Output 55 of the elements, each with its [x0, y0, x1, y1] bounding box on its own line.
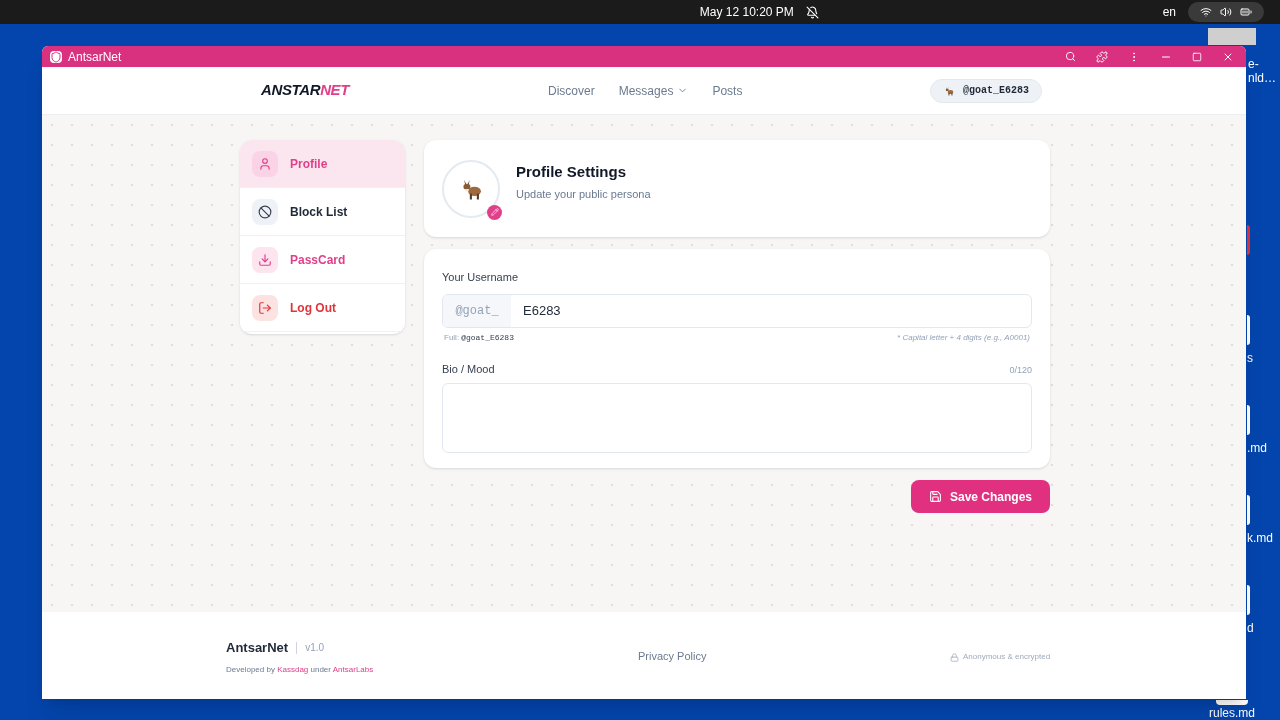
app-icon [50, 50, 62, 63]
sidebar-item[interactable]: PassCard [240, 236, 405, 284]
card-subtitle: Update your public persona [516, 186, 651, 202]
nav-link[interactable]: Messages [618, 81, 689, 100]
save-icon [928, 490, 942, 503]
logout-icon [252, 294, 278, 321]
file-label: rules.md [1209, 706, 1255, 720]
user-chip[interactable]: @goat_E6283 [930, 78, 1042, 103]
save-button[interactable]: Save Changes [910, 480, 1050, 513]
volume-icon [1220, 6, 1232, 18]
field-label: Bio / Mood [442, 361, 495, 377]
username-field[interactable]: @goat_ E6283 [442, 293, 1032, 328]
full-username: @goat_E6283 [461, 331, 514, 344]
nav-link[interactable]: Posts [712, 81, 743, 100]
user-icon [252, 150, 278, 177]
notifications-muted-icon[interactable] [805, 5, 819, 19]
logo[interactable]: ANSTARNET [261, 79, 349, 102]
battery-icon [1240, 6, 1252, 18]
username-input[interactable]: E6283 [511, 294, 1031, 327]
clock[interactable]: May 12 10:20 PM [699, 3, 794, 21]
search-icon[interactable] [1065, 51, 1076, 62]
language-indicator[interactable]: en [1162, 3, 1176, 21]
credit-link[interactable]: Kassdag [277, 665, 309, 674]
card-title: Profile Settings [516, 162, 628, 182]
privacy-link[interactable]: Privacy Policy [638, 648, 707, 665]
file-label: e- [1248, 57, 1260, 71]
block-icon [252, 198, 278, 225]
edit-icon[interactable] [487, 204, 502, 220]
file-label: .md [1247, 441, 1267, 455]
character-count: 0/120 [1009, 363, 1032, 377]
full-label: Full: [444, 331, 460, 344]
credit-link[interactable]: AntsarLabs [332, 665, 374, 674]
extension-icon[interactable] [1096, 50, 1108, 63]
sidebar-item[interactable]: Block List [240, 188, 405, 236]
system-tray[interactable] [1188, 2, 1264, 22]
file-label: d [1247, 621, 1254, 635]
bio-field[interactable] [442, 383, 1032, 453]
sidebar-item[interactable]: Log Out [240, 284, 405, 332]
version: v1.0 [305, 641, 325, 656]
file-label: nld… [1248, 71, 1276, 85]
lock-icon [950, 652, 959, 662]
security-note: Anonymous & encrypted [963, 651, 1051, 663]
file-label: k.md [1247, 531, 1273, 545]
download-icon [252, 246, 278, 273]
field-label: Your Username [442, 270, 520, 285]
maximize-icon[interactable] [1192, 51, 1202, 62]
wifi-icon [1200, 6, 1212, 18]
nav-link[interactable]: Discover [548, 81, 595, 100]
sidebar-item[interactable]: Profile [240, 140, 405, 188]
credit-text: Developed by Kassdag under AntsarLabs [226, 664, 374, 676]
window-title: AntsarNet [68, 48, 122, 66]
file-label: s [1247, 351, 1253, 365]
format-hint: * Capital letter + 4 digits (e.g., A0001) [897, 331, 1030, 344]
footer-brand: AntsarNet [226, 639, 289, 657]
username-prefix: @goat_ [443, 294, 511, 327]
